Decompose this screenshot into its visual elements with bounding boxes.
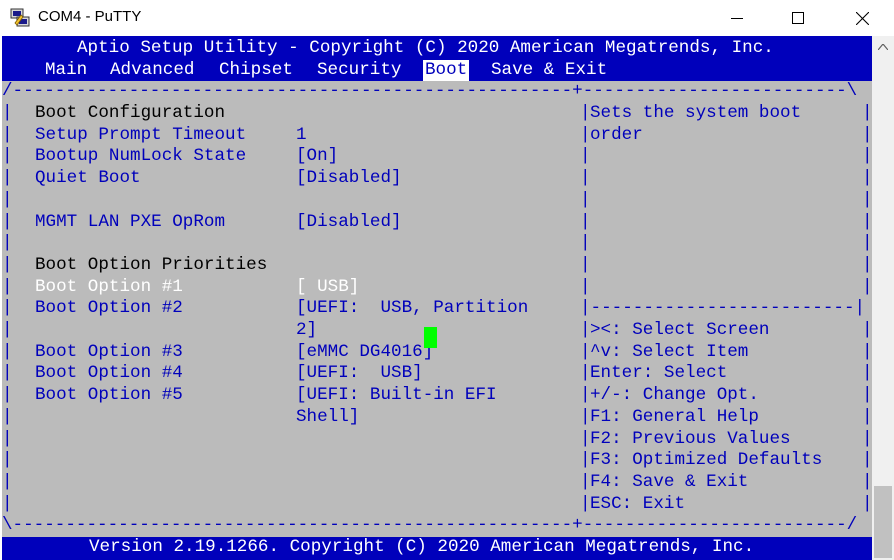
chevron-up-icon <box>878 44 888 50</box>
setting-row[interactable]: Bootup NumLock State [On] <box>2 146 872 168</box>
setting-value[interactable]: [Disabled] <box>296 212 402 234</box>
setting-value[interactable]: [On] <box>296 146 338 168</box>
close-button[interactable] <box>839 0 885 36</box>
tab-security[interactable]: Security <box>317 60 401 82</box>
key-help-enter-select: Enter: Select <box>590 363 728 384</box>
bios-footer-bar: Version 2.19.1266. Copyright (C) 2020 Am… <box>2 537 872 560</box>
border-bar-glyph: | <box>580 189 591 210</box>
tab-main[interactable]: Main <box>45 60 87 82</box>
maximize-icon <box>792 12 804 24</box>
boot-option-value[interactable]: [UEFI: USB, Partition <box>296 298 528 320</box>
maximize-button[interactable] <box>775 0 821 36</box>
tab-boot[interactable]: Boot <box>423 59 470 82</box>
bios-menu-tabs: Main Advanced Chipset Security Boot Save… <box>2 59 872 82</box>
setting-label: Bootup NumLock State <box>35 146 247 167</box>
boot-priorities-heading: Boot Option Priorities <box>35 254 268 275</box>
border-bar-glyph: | <box>862 233 872 254</box>
minimize-icon <box>731 18 743 19</box>
terminal-cursor <box>424 327 437 348</box>
key-help-general-help: F1: General Help <box>590 406 759 427</box>
close-icon <box>856 12 869 25</box>
tab-save-exit[interactable]: Save & Exit <box>491 60 607 82</box>
window-title: COM4 - PuTTY <box>38 8 142 25</box>
bios-footer-text: Version 2.19.1266. Copyright (C) 2020 Am… <box>89 537 755 557</box>
border-bar-glyph: | <box>580 233 591 254</box>
setting-row[interactable]: MGMT LAN PXE OpRom [Disabled] <box>2 212 872 234</box>
frame-top-border: /---------------------------------------… <box>2 81 858 101</box>
setting-label: Quiet Boot <box>35 168 141 189</box>
key-help-select-screen: ><: Select Screen <box>590 320 770 340</box>
boot-option-label: Boot Option #2 <box>35 298 183 319</box>
key-help-select-item: ^v: Select Item <box>590 341 749 362</box>
setting-row[interactable]: Quiet Boot [Disabled] <box>2 168 872 190</box>
bios-header-title: Aptio Setup Utility - Copyright (C) 2020… <box>77 38 774 58</box>
help-text-line: order <box>590 124 643 145</box>
frame-bottom-border: \---------------------------------------… <box>2 515 858 535</box>
vertical-scrollbar[interactable] <box>872 36 894 560</box>
putty-icon <box>9 6 33 30</box>
border-bar-glyph: | <box>2 189 13 210</box>
tab-chipset[interactable]: Chipset <box>219 60 293 82</box>
setting-label: MGMT LAN PXE OpRom <box>35 211 226 232</box>
window-titlebar[interactable]: COM4 - PuTTY <box>0 0 894 36</box>
scroll-up-button[interactable] <box>872 36 894 58</box>
boot-option-value[interactable]: [ USB] <box>296 277 359 299</box>
boot-option-row[interactable]: Boot Option #2 [UEFI: USB, Partition <box>2 298 872 320</box>
key-help-esc-exit: ESC: Exit <box>590 493 686 514</box>
boot-option-label: Boot Option #1 <box>35 276 183 297</box>
setting-value[interactable]: [Disabled] <box>296 168 402 190</box>
boot-option-row-selected[interactable]: Boot Option #1 [ USB] <box>2 277 872 299</box>
border-bar-glyph: | <box>2 233 13 254</box>
help-text-line: Sets the system boot <box>590 103 802 123</box>
minimize-button[interactable] <box>714 0 760 36</box>
key-help-previous-values: F2: Previous Values <box>590 428 791 449</box>
key-help-save-exit: F4: Save & Exit <box>590 471 749 492</box>
tab-advanced[interactable]: Advanced <box>110 60 194 82</box>
terminal-screen[interactable]: Aptio Setup Utility - Copyright (C) 2020… <box>2 36 872 560</box>
scrollbar-thumb[interactable] <box>874 486 892 558</box>
key-help-optimized-defaults: F3: Optimized Defaults <box>590 450 823 471</box>
key-help-change-opt: +/-: Change Opt. <box>590 385 759 406</box>
border-bar-glyph: | <box>862 189 872 210</box>
